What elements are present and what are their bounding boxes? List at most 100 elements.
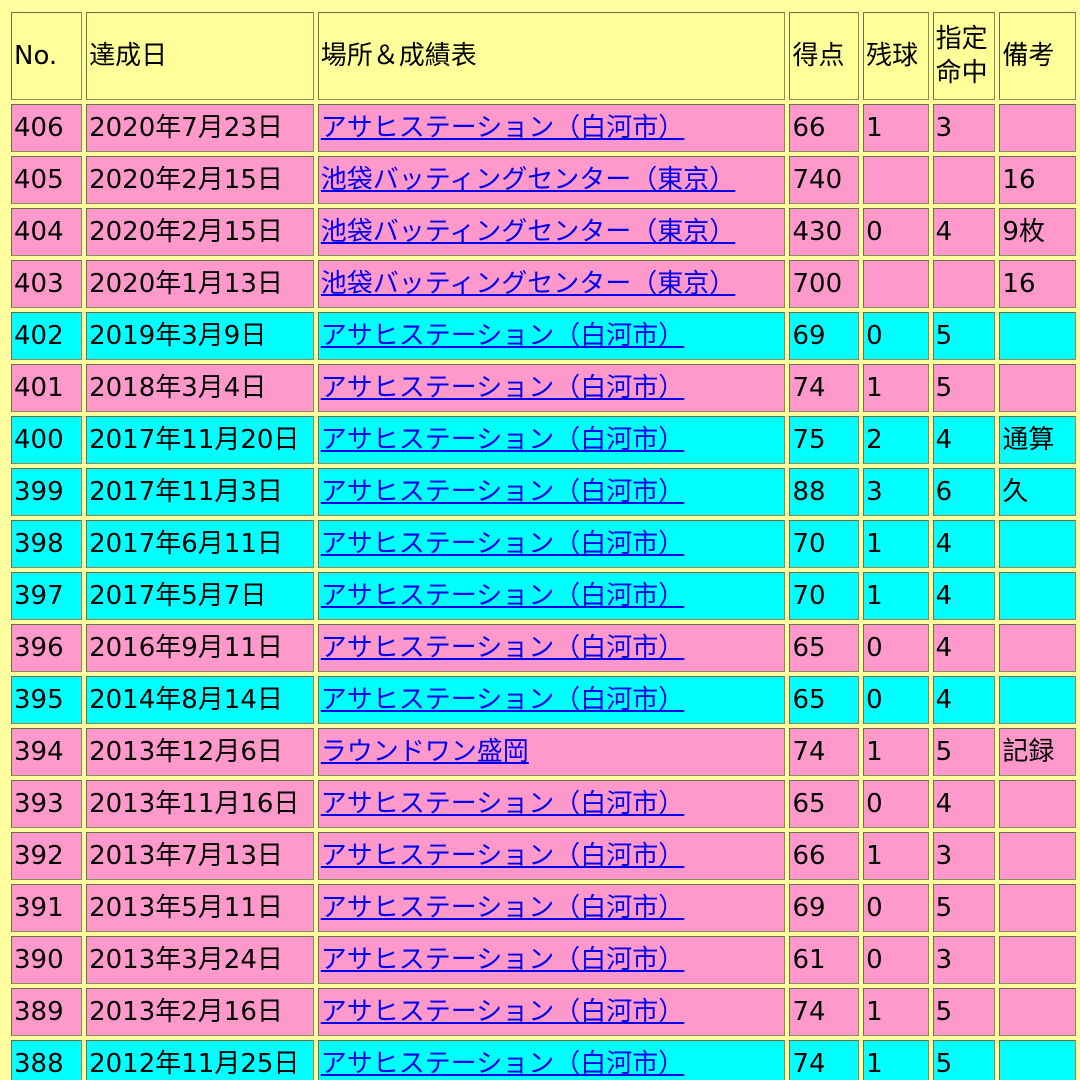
- cell-score: 70: [789, 520, 860, 568]
- table-row: 397 2017年5月7日 アサヒステーション（白河市） 70 1 4: [11, 572, 1076, 620]
- cell-designated-hit: 3: [932, 936, 996, 984]
- cell-no: 388: [11, 1040, 83, 1080]
- venue-link[interactable]: アサヒステーション（白河市）: [321, 997, 684, 1027]
- cell-designated-hit: [932, 156, 996, 204]
- cell-score: 65: [789, 780, 860, 828]
- cell-score: 66: [789, 832, 860, 880]
- cell-designated-hit: 5: [932, 364, 996, 412]
- table-row: 402 2019年3月9日 アサヒステーション（白河市） 69 0 5: [11, 312, 1076, 360]
- cell-score: 740: [789, 156, 860, 204]
- venue-link[interactable]: 池袋バッティングセンター（東京）: [321, 269, 735, 299]
- venue-link[interactable]: アサヒステーション（白河市）: [321, 425, 684, 455]
- cell-venue: アサヒステーション（白河市）: [317, 364, 786, 412]
- venue-link[interactable]: 池袋バッティングセンター（東京）: [321, 217, 735, 247]
- venue-link[interactable]: アサヒステーション（白河市）: [321, 321, 684, 351]
- cell-remaining: 1: [863, 988, 929, 1036]
- table-row: 394 2013年12月6日 ラウンドワン盛岡 74 1 5 記録: [11, 728, 1076, 776]
- venue-link[interactable]: アサヒステーション（白河市）: [321, 893, 684, 923]
- venue-link[interactable]: アサヒステーション（白河市）: [321, 633, 684, 663]
- cell-designated-hit: 4: [932, 208, 996, 256]
- cell-no: 396: [11, 624, 83, 672]
- cell-note: [999, 832, 1076, 880]
- cell-score: 88: [789, 468, 860, 516]
- venue-link[interactable]: アサヒステーション（白河市）: [321, 581, 684, 611]
- cell-designated-hit: 5: [932, 728, 996, 776]
- cell-designated-hit: 4: [932, 624, 996, 672]
- cell-date: 2013年5月11日: [86, 884, 314, 932]
- table-row: 405 2020年2月15日 池袋バッティングセンター（東京） 740 16: [11, 156, 1076, 204]
- venue-link[interactable]: アサヒステーション（白河市）: [321, 841, 684, 871]
- cell-date: 2020年7月23日: [86, 104, 314, 152]
- cell-designated-hit: 3: [932, 832, 996, 880]
- cell-note: 通算: [999, 416, 1076, 464]
- venue-link[interactable]: アサヒステーション（白河市）: [321, 1049, 684, 1079]
- cell-no: 400: [11, 416, 83, 464]
- header-venue: 場所＆成績表: [317, 12, 786, 100]
- cell-designated-hit: 3: [932, 104, 996, 152]
- cell-note: [999, 780, 1076, 828]
- cell-remaining: [863, 260, 929, 308]
- cell-no: 390: [11, 936, 83, 984]
- table-row: 395 2014年8月14日 アサヒステーション（白河市） 65 0 4: [11, 676, 1076, 724]
- cell-venue: アサヒステーション（白河市）: [317, 676, 786, 724]
- venue-link[interactable]: アサヒステーション（白河市）: [321, 477, 684, 507]
- cell-venue: ラウンドワン盛岡: [317, 728, 786, 776]
- cell-remaining: 1: [863, 572, 929, 620]
- venue-link[interactable]: アサヒステーション（白河市）: [321, 789, 684, 819]
- table-row: 398 2017年6月11日 アサヒステーション（白河市） 70 1 4: [11, 520, 1076, 568]
- cell-date: 2020年2月15日: [86, 156, 314, 204]
- cell-note: 記録: [999, 728, 1076, 776]
- cell-venue: アサヒステーション（白河市）: [317, 832, 786, 880]
- cell-note: [999, 1040, 1076, 1080]
- cell-venue: アサヒステーション（白河市）: [317, 520, 786, 568]
- header-no: No.: [11, 12, 83, 100]
- cell-date: 2013年3月24日: [86, 936, 314, 984]
- table-row: 389 2013年2月16日 アサヒステーション（白河市） 74 1 5: [11, 988, 1076, 1036]
- cell-remaining: 0: [863, 208, 929, 256]
- cell-no: 401: [11, 364, 83, 412]
- cell-note: 久: [999, 468, 1076, 516]
- cell-remaining: 0: [863, 884, 929, 932]
- venue-link[interactable]: アサヒステーション（白河市）: [321, 113, 684, 143]
- cell-no: 404: [11, 208, 83, 256]
- cell-venue: アサヒステーション（白河市）: [317, 780, 786, 828]
- cell-note: 16: [999, 156, 1076, 204]
- cell-score: 65: [789, 624, 860, 672]
- cell-date: 2020年1月13日: [86, 260, 314, 308]
- records-table: No. 達成日 場所＆成績表 得点 残球 指定 命中 備考 406 2020年7月2…: [7, 8, 1080, 1080]
- table-row: 404 2020年2月15日 池袋バッティングセンター（東京） 430 0 4 9枚: [11, 208, 1076, 256]
- cell-score: 61: [789, 936, 860, 984]
- header-date: 達成日: [86, 12, 314, 100]
- cell-no: 393: [11, 780, 83, 828]
- cell-date: 2016年9月11日: [86, 624, 314, 672]
- cell-no: 397: [11, 572, 83, 620]
- header-designated-hit: 指定 命中: [932, 12, 996, 100]
- cell-score: 74: [789, 364, 860, 412]
- cell-note: 16: [999, 260, 1076, 308]
- cell-date: 2013年11月16日: [86, 780, 314, 828]
- cell-designated-hit: 4: [932, 520, 996, 568]
- cell-remaining: [863, 156, 929, 204]
- header-designated-line2: 命中: [935, 58, 988, 88]
- cell-designated-hit: 4: [932, 780, 996, 828]
- venue-link[interactable]: ラウンドワン盛岡: [321, 737, 529, 767]
- venue-link[interactable]: アサヒステーション（白河市）: [321, 685, 684, 715]
- cell-venue: アサヒステーション（白河市）: [317, 988, 786, 1036]
- cell-venue: アサヒステーション（白河市）: [317, 936, 786, 984]
- cell-designated-hit: 4: [932, 676, 996, 724]
- cell-date: 2017年11月20日: [86, 416, 314, 464]
- venue-link[interactable]: アサヒステーション（白河市）: [321, 373, 684, 403]
- venue-link[interactable]: 池袋バッティングセンター（東京）: [321, 165, 735, 195]
- cell-venue: 池袋バッティングセンター（東京）: [317, 156, 786, 204]
- cell-remaining: 0: [863, 936, 929, 984]
- venue-link[interactable]: アサヒステーション（白河市）: [321, 529, 684, 559]
- cell-venue: アサヒステーション（白河市）: [317, 416, 786, 464]
- table-row: 390 2013年3月24日 アサヒステーション（白河市） 61 0 3: [11, 936, 1076, 984]
- venue-link[interactable]: アサヒステーション（白河市）: [321, 945, 684, 975]
- cell-no: 398: [11, 520, 83, 568]
- cell-venue: アサヒステーション（白河市）: [317, 884, 786, 932]
- cell-score: 66: [789, 104, 860, 152]
- cell-note: [999, 988, 1076, 1036]
- cell-date: 2020年2月15日: [86, 208, 314, 256]
- cell-note: [999, 364, 1076, 412]
